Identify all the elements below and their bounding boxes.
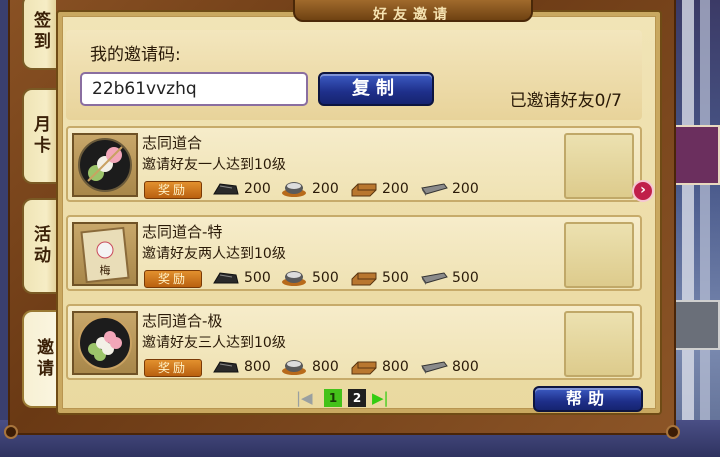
reward-value: 800	[382, 359, 409, 375]
reward-iron: 500	[212, 267, 271, 289]
quest-title: 志同道合	[142, 134, 203, 152]
quest-row: 志同道合 邀请好友一人达到10级 奖励 200 200 200 200	[66, 126, 642, 202]
reward-steel: 200	[420, 178, 479, 200]
iron-ore-icon	[213, 272, 239, 284]
invite-panel: 好友邀请 我的邀请码: 22b61vvzhq 复制 已邀请好友0/7 志同道合 …	[56, 0, 662, 415]
svg-text:梅: 梅	[100, 263, 111, 277]
reward-rice: 500	[280, 267, 339, 289]
background-building	[670, 125, 720, 185]
wood-plank-icon	[351, 272, 377, 286]
tab-monthly-card-label: 月卡	[30, 115, 50, 157]
reward-value: 200	[452, 181, 479, 197]
reward-value: 500	[452, 270, 479, 286]
quest-title: 志同道合-特	[142, 223, 223, 241]
chevron-right-icon[interactable]: ›	[632, 180, 654, 202]
help-button[interactable]: 帮助	[533, 386, 643, 412]
first-page-icon[interactable]: |◀	[296, 389, 318, 407]
reward-value: 800	[452, 359, 479, 375]
reward-badge: 奖励	[144, 359, 202, 377]
reward-iron: 800	[212, 356, 271, 378]
charm-icon: 梅	[72, 222, 138, 286]
reward-value: 800	[312, 359, 339, 375]
tab-monthly-card[interactable]: 月卡	[22, 88, 56, 184]
reward-rice: 200	[280, 178, 339, 200]
wood-plank-icon	[351, 361, 377, 375]
reward-value: 500	[244, 270, 271, 286]
rice-bowl-icon	[282, 182, 306, 197]
pagination: |◀ 1 2 ▶|	[296, 388, 394, 408]
rice-bowl-icon	[282, 360, 306, 375]
tab-event-label: 活动	[30, 225, 50, 267]
reward-wood: 500	[350, 267, 409, 289]
rice-bowl-icon	[282, 271, 306, 286]
quest-description: 邀请好友一人达到10级	[142, 157, 286, 173]
background-scenery	[670, 0, 720, 457]
reward-badge: 奖励	[144, 181, 202, 199]
wood-plank-icon	[351, 183, 377, 197]
reward-rice: 800	[280, 356, 339, 378]
iron-ore-icon	[213, 361, 239, 373]
reward-value: 200	[382, 181, 409, 197]
reward-iron: 200	[212, 178, 271, 200]
steel-ingot-icon	[421, 361, 448, 374]
reward-badge: 奖励	[144, 270, 202, 288]
page-2-button[interactable]: 2	[348, 389, 366, 407]
frame-rivet	[4, 425, 18, 439]
reward-wood: 800	[350, 356, 409, 378]
reward-slot[interactable]	[564, 133, 634, 199]
quest-title: 志同道合-极	[142, 312, 223, 330]
quest-description: 邀请好友两人达到10级	[142, 246, 286, 262]
tab-event[interactable]: 活动	[22, 198, 56, 294]
dango-plate-icon	[72, 311, 138, 375]
tab-checkin-label: 签到	[30, 11, 50, 53]
last-page-icon[interactable]: ▶|	[372, 389, 394, 407]
reward-value: 500	[312, 270, 339, 286]
reward-slot[interactable]	[564, 311, 634, 377]
invited-count: 已邀请好友0/7	[509, 91, 622, 111]
reward-steel: 800	[420, 356, 479, 378]
steel-ingot-icon	[421, 183, 448, 196]
invite-code-label: 我的邀请码:	[90, 45, 181, 65]
reward-value: 500	[382, 270, 409, 286]
reward-slot[interactable]	[564, 222, 634, 288]
reward-steel: 500	[420, 267, 479, 289]
reward-value: 200	[312, 181, 339, 197]
dango-icon	[72, 133, 138, 197]
window-title: 好友邀请	[293, 0, 533, 22]
quest-row: 梅 志同道合-特 邀请好友两人达到10级 奖励 500 500 500 500	[66, 215, 642, 291]
invite-code-field[interactable]: 22b61vvzhq	[80, 72, 308, 106]
copy-button[interactable]: 复制	[318, 72, 434, 106]
background-pillar	[682, 0, 694, 457]
tab-invite-label: 邀请	[33, 338, 53, 380]
invite-code-area: 我的邀请码: 22b61vvzhq 复制 已邀请好友0/7	[66, 30, 642, 120]
background-pillar	[700, 0, 710, 457]
reward-value: 200	[244, 181, 271, 197]
tab-checkin[interactable]: 签到	[22, 0, 56, 70]
quest-row: 志同道合-极 邀请好友三人达到10级 奖励 800 800 800 800	[66, 304, 642, 380]
reward-wood: 200	[350, 178, 409, 200]
frame-rivet	[666, 425, 680, 439]
page-1-button[interactable]: 1	[324, 389, 342, 407]
iron-ore-icon	[213, 183, 239, 195]
background-building	[670, 300, 720, 350]
quest-description: 邀请好友三人达到10级	[142, 335, 286, 351]
reward-value: 800	[244, 359, 271, 375]
steel-ingot-icon	[421, 272, 448, 285]
